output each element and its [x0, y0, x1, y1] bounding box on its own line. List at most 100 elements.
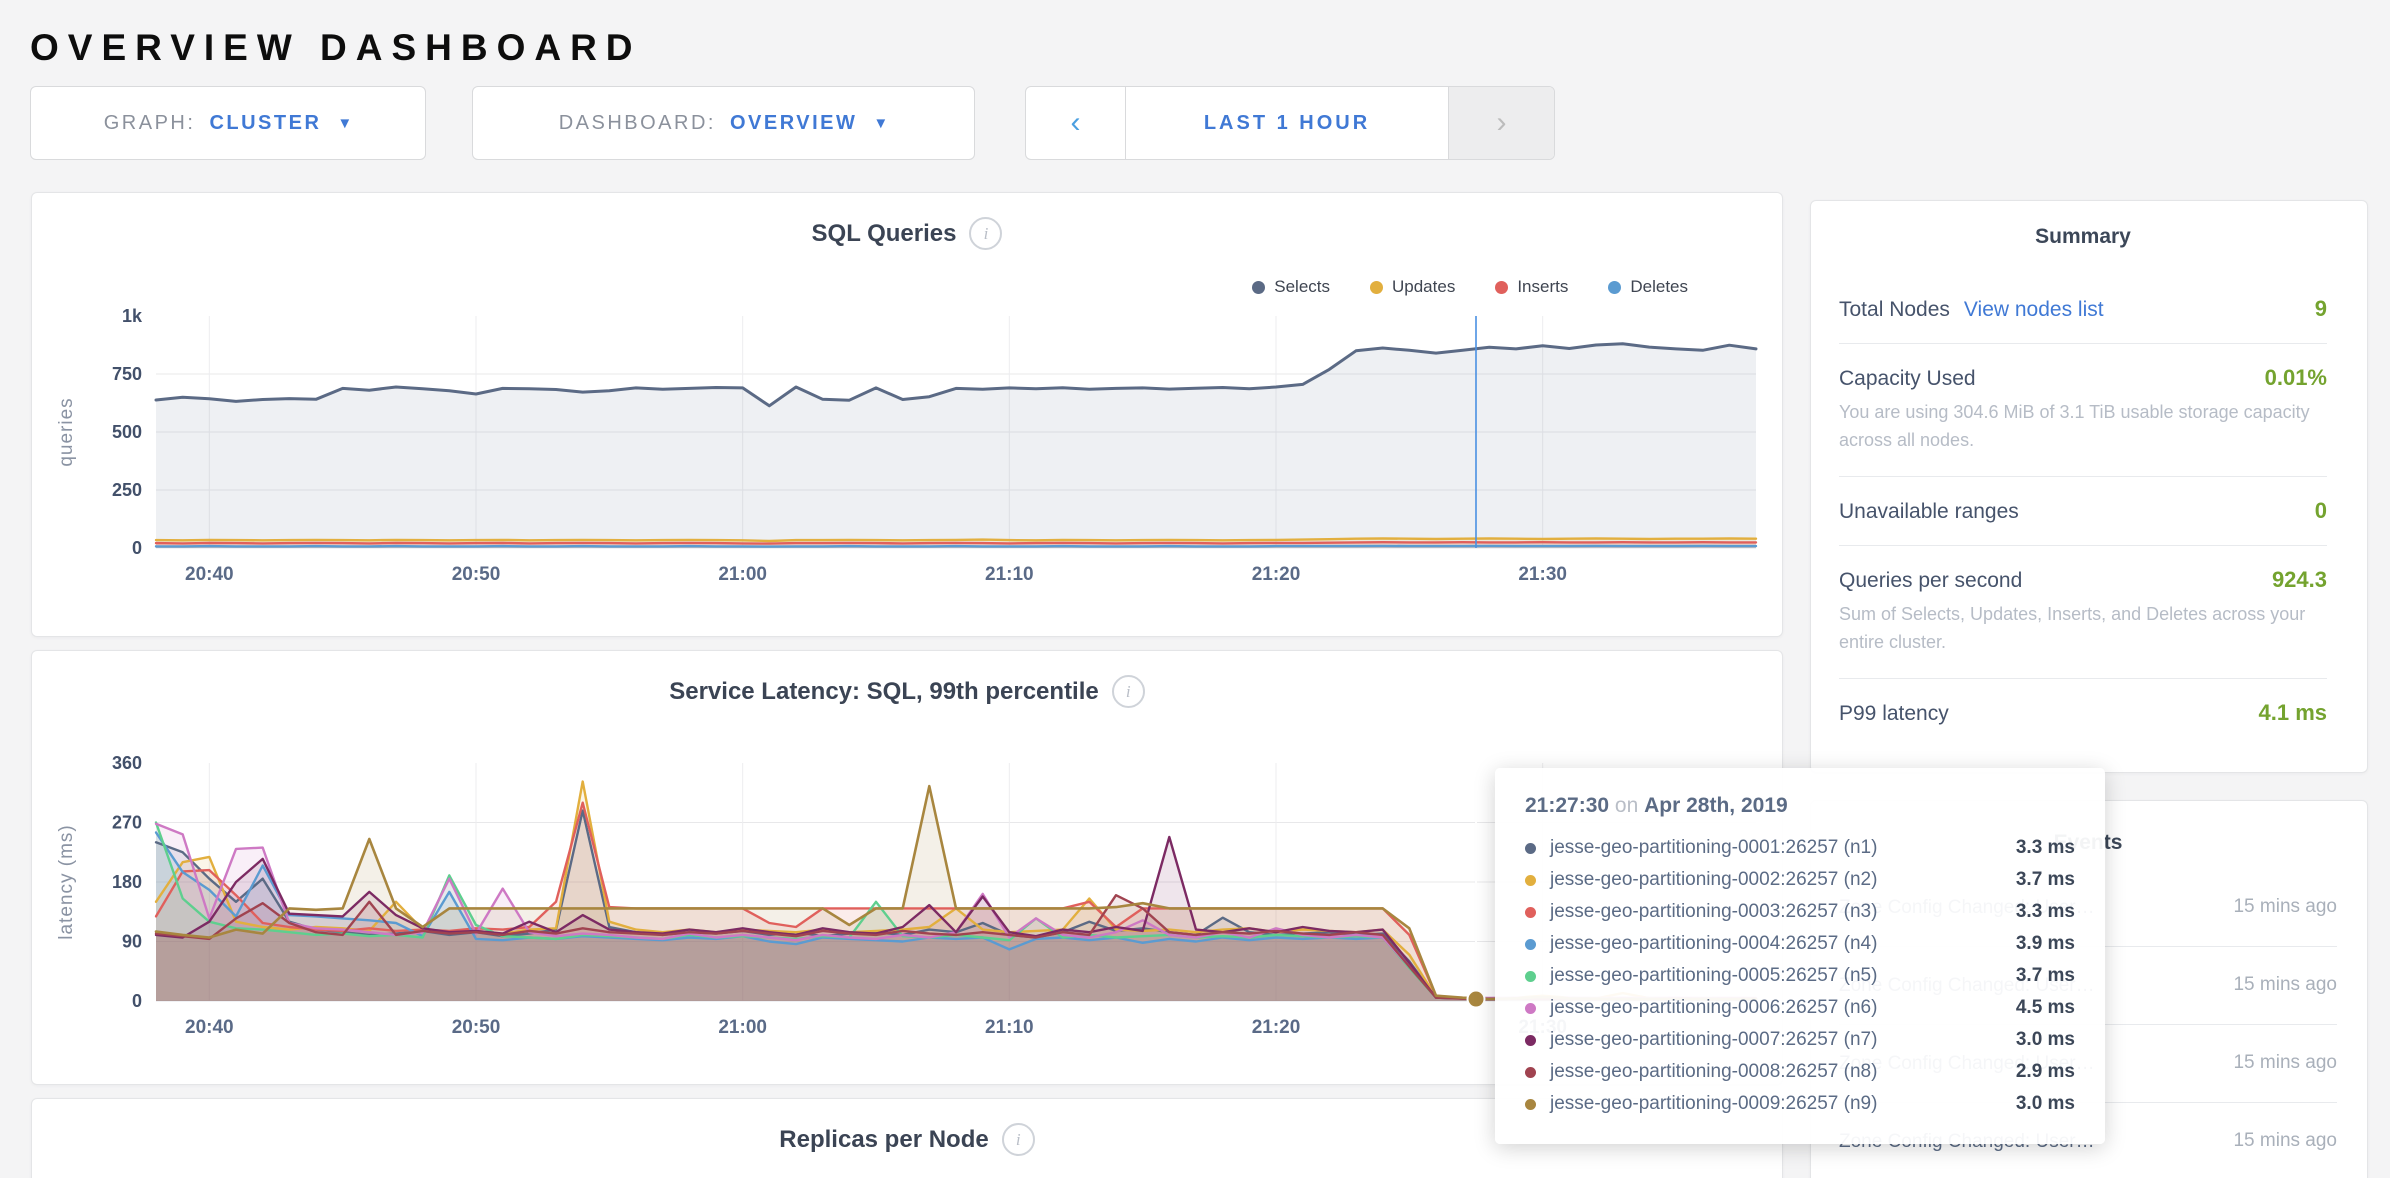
qps-label: Queries per second	[1839, 569, 2022, 593]
event-time-ago: 15 mins ago	[2225, 1123, 2337, 1159]
view-nodes-list-link[interactable]: View nodes list	[1964, 298, 2104, 322]
tooltip-node-name: jesse-geo-partitioning-0007:26257 (n7)	[1550, 1029, 2002, 1051]
tooltip-node-name: jesse-geo-partitioning-0005:26257 (n5)	[1550, 965, 2002, 987]
summary-row-unavailable-ranges: Unavailable ranges 0	[1839, 477, 2327, 546]
capacity-used-caption: You are using 304.6 MiB of 3.1 TiB usabl…	[1839, 399, 2327, 455]
graph-dropdown-value: CLUSTER	[209, 112, 321, 135]
svg-text:250: 250	[112, 480, 142, 500]
tooltip-node-name: jesse-geo-partitioning-0006:26257 (n6)	[1550, 997, 2002, 1019]
tooltip-row: jesse-geo-partitioning-0006:26257 (n6) 4.…	[1525, 992, 2075, 1024]
summary-row-capacity: Capacity Used 0.01% You are using 304.6 …	[1839, 344, 2327, 477]
tooltip-row: jesse-geo-partitioning-0005:26257 (n5) 3.…	[1525, 960, 2075, 992]
svg-text:20:50: 20:50	[452, 1017, 501, 1038]
svg-text:1k: 1k	[122, 306, 143, 326]
sql-queries-plot[interactable]: 02505007501k20:4020:5021:0021:1021:2021:…	[32, 193, 1782, 636]
tooltip-node-value: 3.9 ms	[2016, 933, 2075, 955]
qps-value: 924.3	[2272, 567, 2327, 593]
tooltip-node-name: jesse-geo-partitioning-0008:26257 (n8)	[1550, 1061, 2002, 1083]
info-icon[interactable]: i	[1002, 1123, 1035, 1156]
tooltip-node-name: jesse-geo-partitioning-0002:26257 (n2)	[1550, 869, 2002, 891]
dashboard-dropdown-value: OVERVIEW	[730, 112, 857, 135]
series-color-dot	[1525, 907, 1536, 918]
series-color-dot	[1525, 843, 1536, 854]
svg-text:20:50: 20:50	[452, 564, 501, 585]
summary-title: Summary	[1839, 225, 2327, 249]
event-time-ago: 15 mins ago	[2225, 1045, 2337, 1081]
svg-text:500: 500	[112, 422, 142, 442]
summary-panel: Summary Total Nodes View nodes list 9 Ca…	[1810, 200, 2368, 773]
overview-dashboard-page: OVERVIEW DASHBOARD GRAPH: CLUSTER ▼ DASH…	[0, 0, 2390, 1178]
tooltip-node-name: jesse-geo-partitioning-0001:26257 (n1)	[1550, 837, 2002, 859]
chevron-down-icon: ▼	[337, 115, 352, 132]
svg-text:21:00: 21:00	[718, 564, 767, 585]
capacity-used-value: 0.01%	[2265, 365, 2327, 391]
svg-text:20:40: 20:40	[185, 564, 234, 585]
series-color-dot	[1525, 1003, 1536, 1014]
time-range-label[interactable]: LAST 1 HOUR	[1126, 87, 1448, 159]
svg-text:0: 0	[132, 538, 142, 558]
event-time-ago: 15 mins ago	[2225, 967, 2337, 1003]
event-time-ago: 15 mins ago	[2225, 889, 2337, 925]
tooltip-row: jesse-geo-partitioning-0002:26257 (n2)3.…	[1525, 864, 2075, 896]
chart-hover-tooltip: 21:27:30 on Apr 28th, 2019 jesse-geo-par…	[1495, 768, 2105, 1144]
tooltip-node-name: jesse-geo-partitioning-0009:26257 (n9)	[1550, 1093, 2002, 1115]
tooltip-node-value: 3.0 ms	[2016, 1029, 2075, 1051]
tooltip-node-value: 4.5 ms	[2016, 997, 2075, 1019]
replicas-per-node-chart-title: Replicas per Node	[779, 1126, 988, 1154]
tooltip-time: 21:27:30	[1525, 794, 1609, 817]
summary-row-p99: P99 latency 4.1 ms	[1839, 679, 2327, 747]
svg-text:90: 90	[122, 932, 142, 952]
unavailable-ranges-value: 0	[2315, 498, 2327, 524]
tooltip-row: jesse-geo-partitioning-0007:26257 (n7) 3.…	[1525, 1024, 2075, 1056]
summary-row-total-nodes: Total Nodes View nodes list 9	[1839, 275, 2327, 344]
qps-caption: Sum of Selects, Updates, Inserts, and De…	[1839, 601, 2327, 657]
svg-text:0: 0	[132, 991, 142, 1011]
chevron-down-icon: ▼	[873, 115, 888, 132]
tooltip-date: Apr 28th, 2019	[1644, 794, 1788, 817]
series-color-dot	[1525, 1035, 1536, 1046]
page-title: OVERVIEW DASHBOARD	[30, 27, 642, 69]
series-color-dot	[1525, 1067, 1536, 1078]
tooltip-on-word: on	[1615, 794, 1638, 817]
graph-dropdown-label: GRAPH:	[104, 112, 196, 135]
time-prev-button[interactable]: ‹	[1026, 87, 1126, 159]
svg-text:21:30: 21:30	[1518, 564, 1567, 585]
time-next-button[interactable]: ›	[1448, 87, 1554, 159]
svg-text:latency (ms): latency (ms)	[56, 824, 77, 939]
svg-text:360: 360	[112, 753, 142, 773]
tooltip-row: jesse-geo-partitioning-0009:26257 (n9) 3.…	[1525, 1088, 2075, 1120]
chevron-left-icon: ‹	[1071, 106, 1081, 140]
tooltip-node-value: 3.3 ms	[2016, 837, 2075, 859]
tooltip-row: jesse-geo-partitioning-0004:26257 (n4)3.…	[1525, 928, 2075, 960]
summary-row-qps: Queries per second 924.3 Sum of Selects,…	[1839, 546, 2327, 679]
total-nodes-label: Total Nodes	[1839, 298, 1950, 322]
dashboard-dropdown[interactable]: DASHBOARD: OVERVIEW ▼	[472, 86, 975, 160]
tooltip-rows: jesse-geo-partitioning-0001:26257 (n1) 3.…	[1525, 832, 2075, 1120]
svg-text:20:40: 20:40	[185, 1017, 234, 1038]
svg-text:21:20: 21:20	[1252, 564, 1301, 585]
dashboard-dropdown-label: DASHBOARD:	[559, 112, 716, 135]
svg-text:270: 270	[112, 813, 142, 833]
tooltip-row: jesse-geo-partitioning-0008:26257 (n8)2.…	[1525, 1056, 2075, 1088]
series-color-dot	[1525, 939, 1536, 950]
total-nodes-value: 9	[2315, 296, 2327, 322]
tooltip-node-value: 3.3 ms	[2016, 901, 2075, 923]
tooltip-row: jesse-geo-partitioning-0003:26257 (n3) 3.…	[1525, 896, 2075, 928]
unavailable-ranges-label: Unavailable ranges	[1839, 500, 2019, 524]
series-color-dot	[1525, 1099, 1536, 1110]
tooltip-node-name: jesse-geo-partitioning-0003:26257 (n3)	[1550, 901, 2002, 923]
sql-queries-chart-card: SQL Queries i SelectsUpdatesInsertsDelet…	[31, 192, 1783, 637]
chevron-right-icon: ›	[1497, 106, 1507, 140]
graph-dropdown[interactable]: GRAPH: CLUSTER ▼	[30, 86, 426, 160]
svg-text:21:00: 21:00	[718, 1017, 767, 1038]
tooltip-node-value: 3.0 ms	[2016, 1093, 2075, 1115]
series-color-dot	[1525, 971, 1536, 982]
p99-latency-value: 4.1 ms	[2259, 700, 2328, 726]
tooltip-node-value: 3.7 ms	[2016, 965, 2075, 987]
svg-text:750: 750	[112, 364, 142, 384]
svg-text:queries: queries	[56, 397, 77, 466]
svg-text:21:20: 21:20	[1252, 1017, 1301, 1038]
time-range-selector: ‹ LAST 1 HOUR ›	[1025, 86, 1555, 160]
series-color-dot	[1525, 875, 1536, 886]
svg-text:21:10: 21:10	[985, 1017, 1034, 1038]
